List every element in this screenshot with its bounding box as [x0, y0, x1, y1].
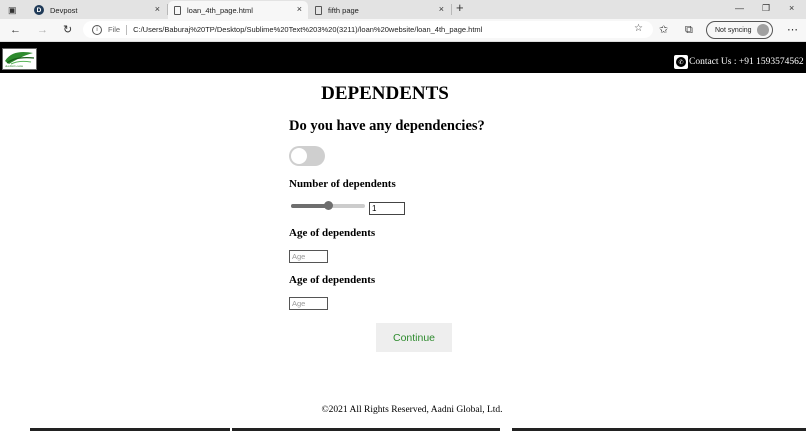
arrow-left-icon[interactable]: ← — [10, 23, 21, 37]
tab-devpost[interactable]: D Devpost × — [28, 1, 166, 19]
contact-link[interactable]: ✆ Contact Us : +91 1593574562 — [674, 53, 804, 69]
age-input-1[interactable] — [289, 250, 328, 263]
info-icon[interactable]: i — [92, 24, 102, 35]
dependency-toggle[interactable] — [289, 146, 325, 166]
minimize-icon[interactable]: — — [735, 3, 744, 13]
site-navbar: Aadni Loans ✆ Contact Us : +91 159357456… — [0, 42, 806, 73]
dependents-slider[interactable] — [291, 201, 365, 210]
tab-divider — [451, 4, 452, 15]
footer-copyright: ©2021 All Rights Reserved, Aadni Global,… — [321, 405, 503, 415]
sync-label: Not syncing — [715, 26, 752, 34]
page-favicon-icon — [315, 5, 322, 15]
tab-loan-4th-page[interactable]: loan_4th_page.html × — [168, 1, 308, 19]
tab-title: Devpost — [50, 5, 78, 15]
address-bar[interactable]: i File C:/Users/Baburaj%20TP/Desktop/Sub… — [83, 21, 653, 38]
arrow-right-icon[interactable]: → — [37, 23, 48, 37]
age-label-2: Age of dependents — [289, 274, 376, 286]
close-icon[interactable]: × — [297, 4, 302, 14]
devpost-favicon-icon: D — [34, 5, 44, 15]
toggle-knob — [291, 148, 307, 164]
star-add-icon[interactable]: ☆ — [634, 23, 643, 34]
tab-title: loan_4th_page.html — [187, 5, 253, 15]
site-logo[interactable]: Aadni Loans — [2, 48, 37, 70]
age-input-2[interactable] — [289, 297, 328, 310]
slider-thumb[interactable] — [323, 201, 333, 210]
browser-toolbar: ← → ↻ i File C:/Users/Baburaj%20TP/Deskt… — [0, 19, 806, 42]
slider-fill — [291, 204, 328, 208]
address-url[interactable]: C:/Users/Baburaj%20TP/Desktop/Sublime%20… — [133, 25, 482, 34]
close-icon[interactable]: × — [155, 4, 160, 14]
phone-icon: ✆ — [674, 55, 688, 69]
dependency-question: Do you have any dependencies? — [289, 118, 485, 134]
tab-fifth-page[interactable]: fifth page × — [309, 1, 450, 19]
reload-icon[interactable]: ↻ — [63, 23, 72, 37]
collections-icon[interactable]: ⧉ — [685, 23, 693, 37]
contact-text: Contact Us : +91 1593574562 — [689, 57, 804, 67]
age-label-1: Age of dependents — [289, 227, 376, 239]
restore-icon[interactable]: ❐ — [762, 3, 770, 14]
continue-button[interactable]: Continue — [376, 323, 452, 352]
tab-actions-icon[interactable]: ▣ — [8, 3, 17, 17]
window-close-icon[interactable]: × — [789, 3, 794, 13]
favorites-icon[interactable]: ✩ — [659, 23, 668, 37]
dependents-count-input[interactable] — [369, 202, 405, 215]
new-tab-icon[interactable]: + — [456, 1, 464, 15]
address-scheme: File — [108, 25, 121, 34]
page-title: DEPENDENTS — [321, 83, 449, 104]
avatar — [757, 24, 769, 36]
logo-text: Aadni Loans — [5, 64, 23, 68]
address-divider — [126, 24, 128, 35]
profile-sync-button[interactable]: Not syncing — [706, 21, 773, 39]
more-icon[interactable]: ⋯ — [787, 23, 798, 37]
dependents-count-label: Number of dependents — [289, 178, 396, 190]
page-favicon-icon — [174, 5, 181, 15]
browser-tab-bar: ▣ D Devpost × loan_4th_page.html × fifth… — [0, 0, 806, 19]
close-icon[interactable]: × — [439, 4, 444, 14]
tab-title: fifth page — [328, 5, 359, 15]
